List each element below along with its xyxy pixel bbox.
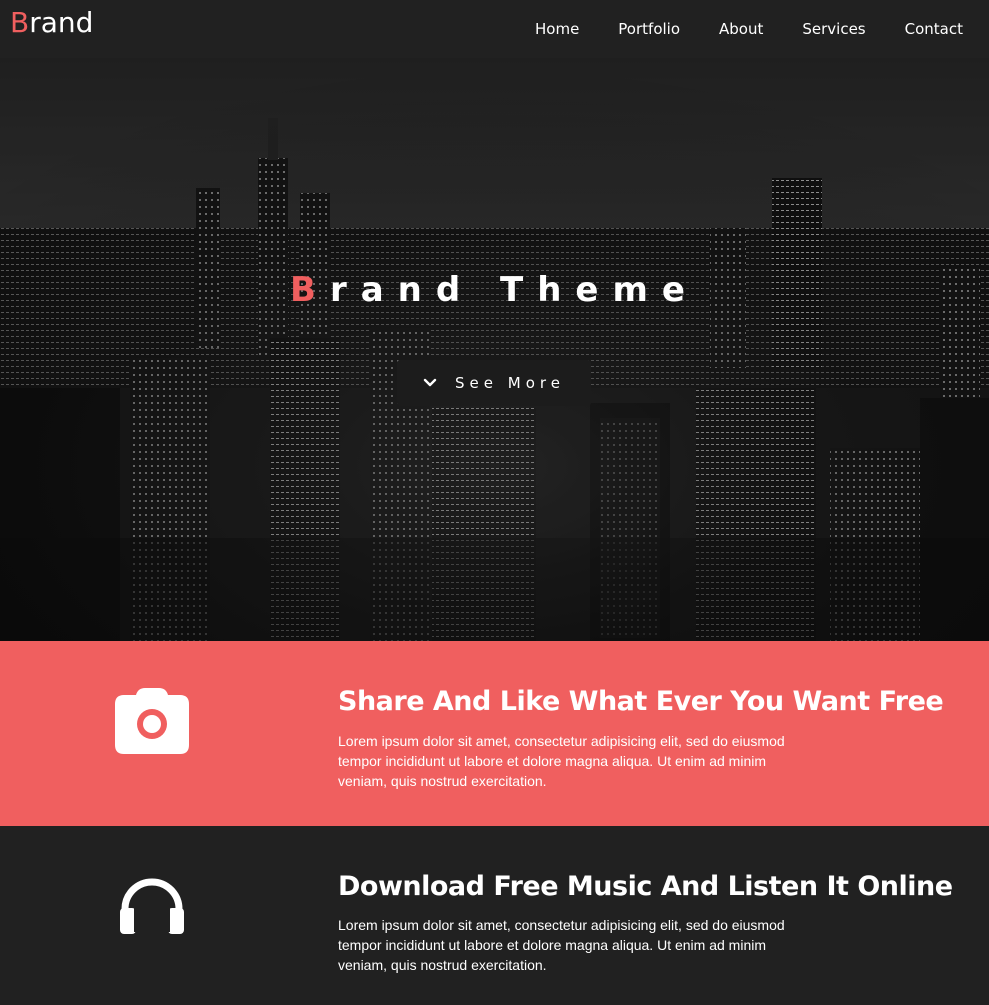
brand-logo[interactable]: Brand <box>10 6 93 39</box>
feature-text: Lorem ipsum dolor sit amet, consectetur … <box>338 917 785 973</box>
headphones-icon <box>120 878 184 934</box>
city-skyline-background <box>0 58 989 641</box>
brand-rest: rand <box>29 6 94 39</box>
hero-title: Brand Theme <box>0 270 989 310</box>
nav-link-portfolio[interactable]: Portfolio <box>618 20 680 38</box>
feature-title: Share And Like What Ever You Want Free <box>338 686 944 717</box>
feature-music: Download Free Music And Listen It Online… <box>0 826 989 1005</box>
camera-icon <box>115 688 189 754</box>
feature-share: Share And Like What Ever You Want Free L… <box>0 641 989 826</box>
hero-section: Brand Theme See More <box>0 58 989 641</box>
hero-title-rest: rand Theme <box>329 270 699 310</box>
nav-link-contact[interactable]: Contact <box>905 20 963 38</box>
brand-initial: B <box>10 6 30 39</box>
hero-title-initial: B <box>290 270 330 310</box>
feature-title: Download Free Music And Listen It Online <box>338 871 953 902</box>
navbar: Brand Home Portfolio About Services Cont… <box>0 0 989 58</box>
see-more-button[interactable]: See More <box>397 360 591 406</box>
chevron-down-icon <box>423 378 437 387</box>
nav-link-about[interactable]: About <box>719 20 763 38</box>
nav-link-services[interactable]: Services <box>802 20 865 38</box>
see-more-label: See More <box>455 374 565 392</box>
nav-link-home[interactable]: Home <box>535 20 579 38</box>
nav-links: Home Portfolio About Services Contact <box>496 0 963 58</box>
feature-text: Lorem ipsum dolor sit amet, consectetur … <box>338 733 785 789</box>
